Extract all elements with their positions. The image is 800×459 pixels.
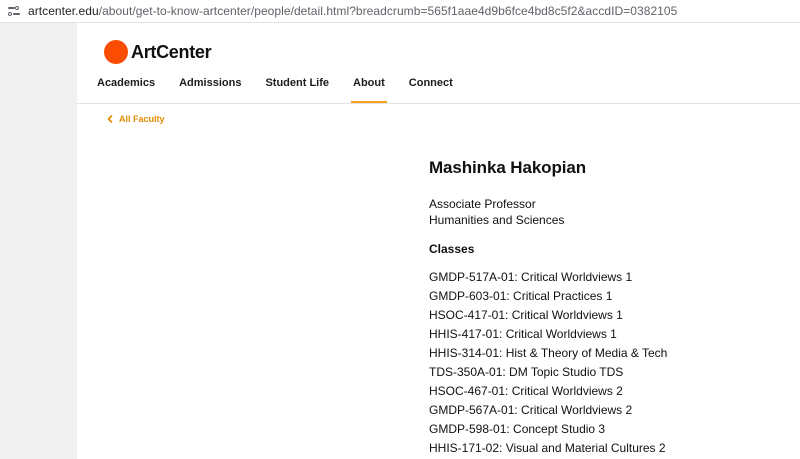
class-item: HSOC-417-01: Critical Worldviews 1	[429, 308, 623, 322]
url-domain: artcenter.edu	[28, 4, 99, 18]
class-list: GMDP-517A-01: Critical Worldviews 1 GMDP…	[429, 268, 667, 458]
class-item: TDS-350A-01: DM Topic Studio TDS	[429, 365, 624, 379]
logo-text: ArtCenter	[131, 41, 212, 62]
url-path: /about/get-to-know-artcenter/people/deta…	[98, 4, 678, 18]
class-item: HSOC-467-01: Critical Worldviews 2	[429, 384, 623, 398]
left-gutter	[0, 23, 77, 459]
site-content: ArtCenter Academics Admissions Student L…	[77, 23, 800, 459]
nav-item-admissions[interactable]: Admissions	[179, 73, 241, 104]
browser-address-bar[interactable]: artcenter.edu/about/get-to-know-artcente…	[0, 0, 800, 23]
main-nav: Academics Admissions Student Life About …	[97, 73, 477, 104]
faculty-title: Associate Professor	[429, 197, 536, 211]
faculty-title-block: Associate Professor Humanities and Scien…	[429, 196, 667, 228]
faculty-name: Mashinka Hakopian	[429, 158, 587, 177]
all-faculty-label: All Faculty	[119, 114, 165, 124]
site-info-icon[interactable]	[8, 5, 20, 16]
nav-item-academics[interactable]: Academics	[97, 73, 155, 104]
faculty-profile: Mashinka Hakopian Associate Professor Hu…	[429, 158, 667, 458]
class-item: GMDP-603-01: Critical Practices 1	[429, 289, 613, 303]
class-item: GMDP-517A-01: Critical Worldviews 1	[429, 270, 633, 284]
all-faculty-link[interactable]: All Faculty	[105, 114, 165, 124]
class-item: HHIS-314-01: Hist & Theory of Media & Te…	[429, 346, 668, 360]
url-text[interactable]: artcenter.edu/about/get-to-know-artcente…	[28, 4, 677, 18]
class-item: HHIS-417-01: Critical Worldviews 1	[429, 327, 617, 341]
nav-divider	[77, 103, 800, 104]
nav-item-student-life[interactable]: Student Life	[265, 73, 329, 104]
chevron-left-icon	[107, 115, 113, 123]
class-item: HHIS-171-02: Visual and Material Culture…	[429, 441, 666, 455]
class-item: GMDP-598-01: Concept Studio 3	[429, 422, 606, 436]
logo-dot-icon	[104, 40, 128, 64]
artcenter-logo[interactable]: ArtCenter	[104, 40, 212, 64]
nav-item-connect[interactable]: Connect	[409, 73, 453, 104]
faculty-department: Humanities and Sciences	[429, 213, 565, 227]
classes-heading: Classes	[429, 242, 475, 256]
class-item: GMDP-567A-01: Critical Worldviews 2	[429, 403, 633, 417]
nav-item-about[interactable]: About	[351, 73, 387, 104]
